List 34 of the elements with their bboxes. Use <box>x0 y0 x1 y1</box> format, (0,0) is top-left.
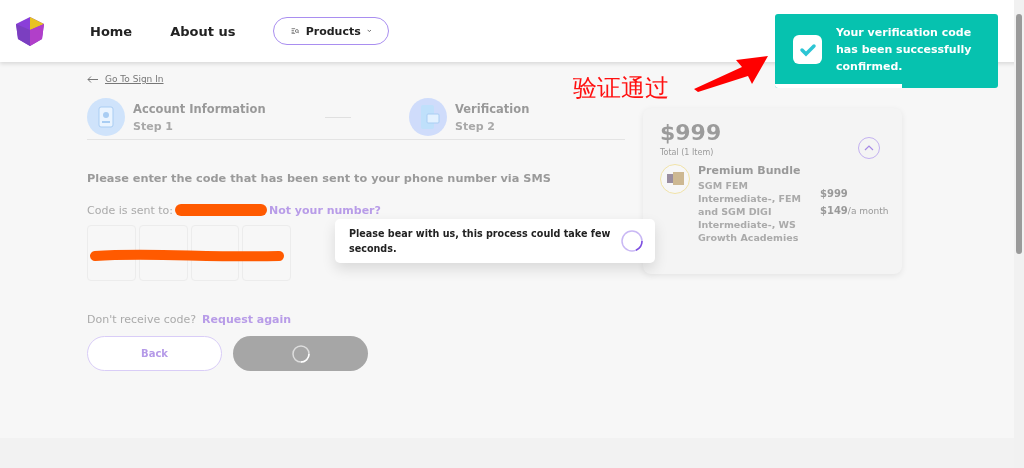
back-arrow-icon <box>87 75 99 83</box>
toast-message: Your verification code has been successfully confirmed. <box>836 24 973 75</box>
phone-mail-icon <box>409 98 447 136</box>
products-button[interactable]: Products <box>273 17 390 45</box>
step-title: Account Information <box>133 101 266 116</box>
annotation-text: 验证通过 <box>573 73 669 104</box>
monthly-price: $149/a month <box>820 205 889 216</box>
check-icon <box>793 34 822 64</box>
loading-message: Please bear with us, this process could take few seconds. <box>349 227 612 256</box>
product-thumbnail <box>660 164 690 194</box>
chevron-down-icon <box>366 28 372 34</box>
spinner-icon <box>621 230 643 252</box>
search-list-icon <box>291 26 300 36</box>
nav-link[interactable]: Home <box>90 23 133 39</box>
instruction-text: Please enter the code that has been sent to your phone number via SMS <box>87 172 552 185</box>
scrollbar[interactable] <box>1014 0 1024 468</box>
sent-to-label: Code is sent to: <box>87 203 173 217</box>
back-button[interactable]: Back <box>87 336 222 371</box>
collapse-icon[interactable] <box>858 137 880 159</box>
step-title: Verification <box>455 101 530 116</box>
step-number: Step 1 <box>133 119 174 133</box>
total-label: Total (1 Item) <box>660 148 715 157</box>
verify-button[interactable] <box>233 336 368 371</box>
product-description: SGM FEM Intermediate-, FEM and SGM DIGI Intermediate-, WS Growth Academies <box>698 179 803 244</box>
total-price: $999 <box>660 120 722 145</box>
spinner-icon <box>290 343 311 364</box>
nav-link[interactable]: About us <box>170 23 236 39</box>
step-number: Step 2 <box>455 119 496 133</box>
sign-in-link[interactable]: Go To Sign In <box>105 74 164 84</box>
cube-logo[interactable] <box>14 15 46 47</box>
id-card-icon <box>87 98 125 136</box>
resend-label: Don't receive code? <box>87 313 197 326</box>
product-price: $999 <box>820 188 849 199</box>
product-name: Premium Bundle <box>698 164 802 177</box>
